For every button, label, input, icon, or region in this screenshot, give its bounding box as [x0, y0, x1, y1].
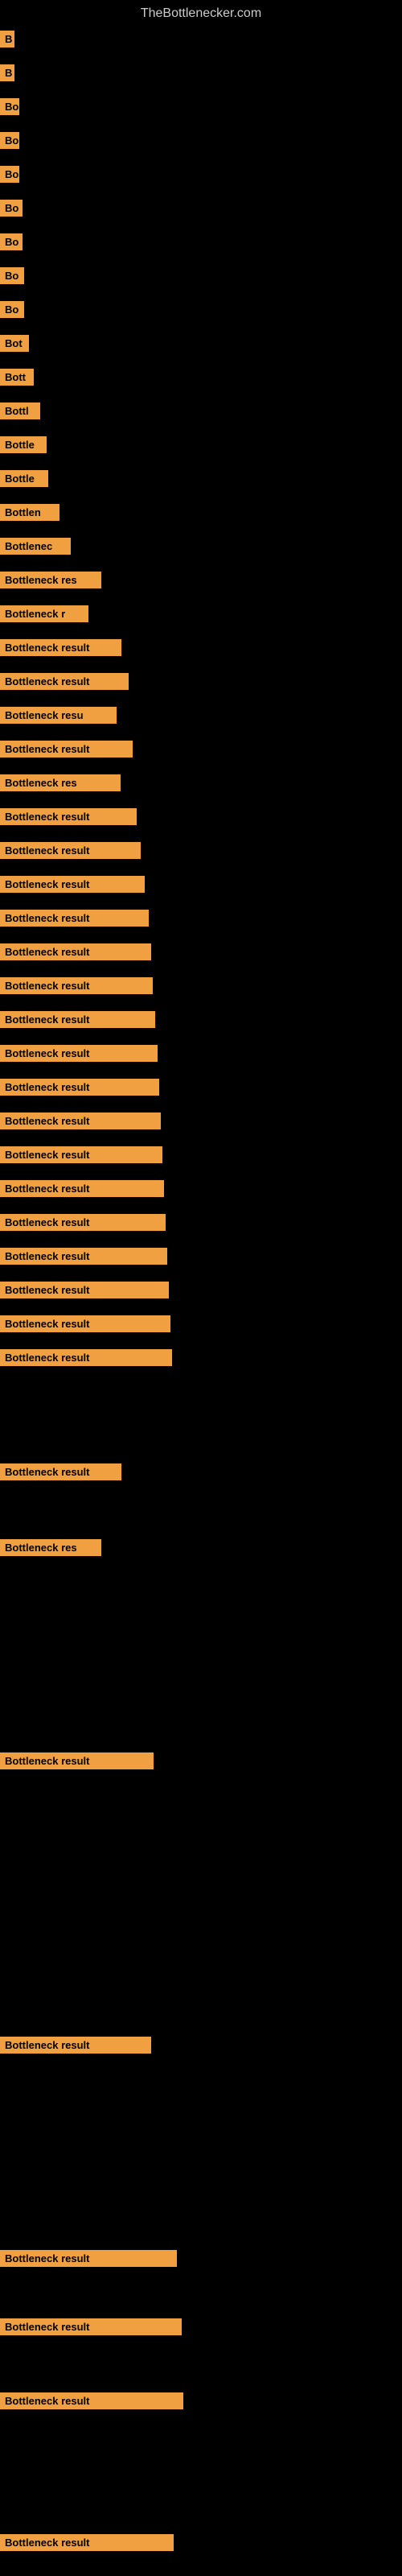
bottleneck-result-item[interactable]: Bottleneck result	[0, 910, 149, 927]
bottleneck-result-item[interactable]: Bottleneck result	[0, 842, 141, 859]
bottleneck-result-item[interactable]: Bo	[0, 98, 19, 115]
bottleneck-result-item[interactable]: Bottleneck result	[0, 1214, 166, 1231]
bottleneck-result-item[interactable]: Bottle	[0, 470, 48, 487]
bottleneck-result-item[interactable]: Bo	[0, 233, 23, 250]
bottleneck-result-item[interactable]: Bottleneck result	[0, 1079, 159, 1096]
bottleneck-result-item[interactable]: B	[0, 31, 14, 47]
bottleneck-result-item[interactable]: B	[0, 64, 14, 81]
bottleneck-result-item[interactable]: Bo	[0, 166, 19, 183]
bottleneck-result-item[interactable]: Bottleneck result	[0, 1752, 154, 1769]
bottleneck-result-item[interactable]: Bo	[0, 132, 19, 149]
bottleneck-result-item[interactable]: Bottleneck result	[0, 673, 129, 690]
bottleneck-result-item[interactable]: Bottleneck result	[0, 1146, 162, 1163]
bottleneck-result-item[interactable]: Bottleneck result	[0, 2250, 177, 2267]
bottleneck-result-item[interactable]: Bottleneck resu	[0, 707, 117, 724]
bottleneck-result-item[interactable]: Bo	[0, 200, 23, 217]
bottleneck-result-item[interactable]: Bottleneck result	[0, 876, 145, 893]
bottleneck-result-item[interactable]: Bottleneck result	[0, 639, 121, 656]
bottleneck-result-item[interactable]: Bottleneck res	[0, 1539, 101, 1556]
bottleneck-result-item[interactable]: Bottleneck result	[0, 1180, 164, 1197]
bottleneck-result-item[interactable]: Bottleneck result	[0, 1463, 121, 1480]
bottleneck-result-item[interactable]: Bo	[0, 301, 24, 318]
bottleneck-result-item[interactable]: Bottleneck result	[0, 2392, 183, 2409]
bottleneck-result-item[interactable]: Bottleneck result	[0, 1113, 161, 1129]
bottleneck-result-item[interactable]: Bottleneck result	[0, 2037, 151, 2054]
bottleneck-result-item[interactable]: Bottleneck result	[0, 1315, 170, 1332]
bottleneck-result-item[interactable]: Bottlenec	[0, 538, 71, 555]
bottleneck-result-item[interactable]: Bo	[0, 267, 24, 284]
bottleneck-result-item[interactable]: Bottleneck res	[0, 774, 121, 791]
bottleneck-result-item[interactable]: Bottleneck result	[0, 943, 151, 960]
bottleneck-result-item[interactable]: Bot	[0, 335, 29, 352]
bottleneck-result-item[interactable]: Bottleneck result	[0, 1045, 158, 1062]
bottleneck-result-item[interactable]: Bottleneck result	[0, 977, 153, 994]
bottleneck-result-item[interactable]: Bottl	[0, 402, 40, 419]
bottleneck-result-item[interactable]: Bottleneck result	[0, 1349, 172, 1366]
bottleneck-result-item[interactable]: Bottleneck result	[0, 741, 133, 758]
bottleneck-result-item[interactable]: Bottlen	[0, 504, 59, 521]
bottleneck-result-item[interactable]: Bottleneck res	[0, 572, 101, 588]
bottleneck-result-item[interactable]: Bottleneck result	[0, 1282, 169, 1298]
site-title: TheBottlenecker.com	[0, 0, 402, 27]
bottleneck-result-item[interactable]: Bottleneck result	[0, 2318, 182, 2335]
bottleneck-result-item[interactable]: Bottleneck result	[0, 808, 137, 825]
bottleneck-result-item[interactable]: Bottleneck result	[0, 1248, 167, 1265]
bottleneck-result-item[interactable]: Bottleneck r	[0, 605, 88, 622]
bottleneck-result-item[interactable]: Bott	[0, 369, 34, 386]
bottleneck-result-item[interactable]: Bottleneck result	[0, 2534, 174, 2551]
bottleneck-result-item[interactable]: Bottle	[0, 436, 47, 453]
bottleneck-result-item[interactable]: Bottleneck result	[0, 1011, 155, 1028]
